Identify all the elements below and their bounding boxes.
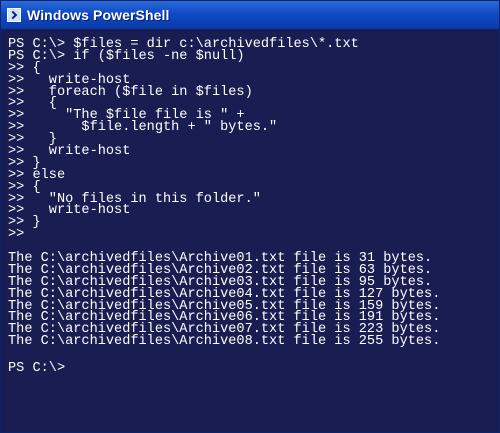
console-area[interactable]: PS C:\> $files = dir c:\archivedfiles\*.… <box>1 29 499 432</box>
command-line: >> $file.length + " bytes." <box>8 120 278 136</box>
command-line: >> foreach ($file in $files) <box>8 84 253 100</box>
prompt: PS C:\> <box>8 361 66 377</box>
console-text: PS C:\> $files = dir c:\archivedfiles\*.… <box>8 38 497 376</box>
command-line: >> } <box>8 215 41 231</box>
output-line: The C:\archivedfiles\Archive08.txt file … <box>8 334 441 350</box>
powershell-window: Windows PowerShell PS C:\> $files = dir … <box>0 0 500 433</box>
window-title: Windows PowerShell <box>27 7 170 23</box>
command-line: >> write-host <box>8 203 131 219</box>
command-line: >> else <box>8 167 66 183</box>
prompt-line[interactable]: PS C:\> <box>8 360 497 376</box>
command-line: >> } <box>8 155 41 171</box>
command-line: >> write-host <box>8 144 131 160</box>
text-cursor <box>65 360 72 371</box>
command-line: PS C:\> if ($files -ne $null) <box>8 48 245 64</box>
title-bar[interactable]: Windows PowerShell <box>1 1 499 29</box>
powershell-icon <box>7 8 21 22</box>
command-line: >> <box>8 227 25 243</box>
